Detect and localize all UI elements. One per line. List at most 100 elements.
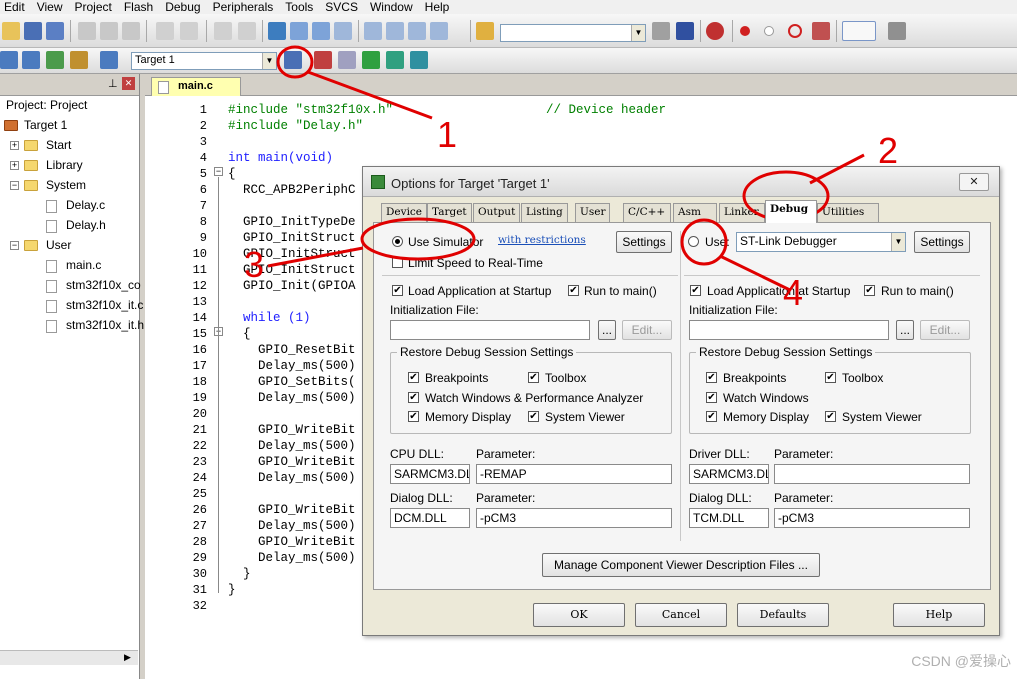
find-in-files-icon[interactable] <box>476 22 494 40</box>
load-app-checkbox[interactable]: ✔ <box>392 285 403 296</box>
init-file-input-right[interactable] <box>689 320 889 340</box>
menu-window[interactable]: Window <box>366 0 421 14</box>
chevron-down-icon[interactable]: ▼ <box>262 53 276 69</box>
limit-speed-checkbox[interactable] <box>392 257 403 268</box>
use-simulator-radio[interactable] <box>392 236 403 247</box>
rebuild-icon[interactable] <box>46 51 64 69</box>
project-root[interactable]: Project: Project <box>6 98 87 112</box>
tree-file-delay-h[interactable]: Delay.h <box>66 218 106 232</box>
search-combo[interactable]: ▼ <box>500 24 646 42</box>
indent-icon[interactable] <box>364 22 382 40</box>
tree-file-conf[interactable]: stm32f10x_co <box>66 278 141 292</box>
edit-button[interactable]: Edit... <box>622 320 672 340</box>
dialog-dll-input[interactable]: DCM.DLL <box>390 508 470 528</box>
build-icon[interactable] <box>22 51 40 69</box>
configure-icon[interactable] <box>888 22 906 40</box>
tab-device[interactable]: Device <box>381 203 428 222</box>
browse-button-right[interactable]: ... <box>896 320 914 340</box>
pin-icon[interactable]: ⊥ <box>108 77 118 90</box>
tree-group-start[interactable]: Start <box>46 138 71 152</box>
run-to-main-checkbox[interactable]: ✔ <box>568 285 579 296</box>
run-to-main-checkbox-right[interactable]: ✔ <box>864 285 875 296</box>
sysviewer-checkbox[interactable]: ✔ <box>528 411 539 422</box>
select-packs-icon[interactable] <box>338 51 356 69</box>
tab-asm[interactable]: Asm <box>673 203 717 222</box>
incremental-find-icon[interactable] <box>676 22 694 40</box>
download-icon[interactable] <box>100 51 118 69</box>
load-app-checkbox-right[interactable]: ✔ <box>690 285 701 296</box>
use-debugger-radio[interactable] <box>688 236 699 247</box>
comment-icon[interactable] <box>408 22 426 40</box>
watch-checkbox[interactable]: ✔ <box>408 392 419 403</box>
memory-checkbox-right[interactable]: ✔ <box>706 411 717 422</box>
cpu-dll-input[interactable]: SARMCM3.DLL <box>390 464 470 484</box>
toolbox-checkbox[interactable]: ✔ <box>528 372 539 383</box>
breakpoint-icon[interactable] <box>740 26 750 36</box>
menu-project[interactable]: Project <box>70 0 119 14</box>
tab-user[interactable]: User <box>575 203 611 222</box>
dialog-param-input[interactable]: -pCM3 <box>476 508 672 528</box>
memory-checkbox[interactable]: ✔ <box>408 411 419 422</box>
nav-forward-icon[interactable] <box>238 22 256 40</box>
restrictions-link[interactable]: with restrictions <box>498 234 586 246</box>
disable-breakpoint-icon[interactable] <box>764 26 774 36</box>
sysviewer-checkbox-right[interactable]: ✔ <box>825 411 836 422</box>
bookmark-icon[interactable] <box>268 22 286 40</box>
breakpoints-checkbox-right[interactable]: ✔ <box>706 372 717 383</box>
expand-icon[interactable]: + <box>10 161 19 170</box>
tab-debug[interactable]: Debug <box>765 200 817 223</box>
options-for-target-icon[interactable] <box>284 51 302 69</box>
tree-group-library[interactable]: Library <box>46 158 83 172</box>
tab-target[interactable]: Target <box>427 203 472 222</box>
clear-bookmarks-icon[interactable] <box>334 22 352 40</box>
init-file-input[interactable] <box>390 320 590 340</box>
tab-listing[interactable]: Listing <box>521 203 568 222</box>
dialog-param-input-right[interactable]: -pCM3 <box>774 508 970 528</box>
tree-group-user[interactable]: User <box>46 238 71 252</box>
save-all-icon[interactable] <box>46 22 64 40</box>
kill-breakpoints-icon[interactable] <box>812 22 830 40</box>
pack-installer-icon[interactable] <box>386 51 404 69</box>
menu-svcs[interactable]: SVCS <box>321 0 366 14</box>
nav-back-icon[interactable] <box>214 22 232 40</box>
batch-build-icon[interactable] <box>70 51 88 69</box>
menu-tools[interactable]: Tools <box>281 0 321 14</box>
browse-button[interactable]: ... <box>598 320 616 340</box>
manage-project-items-icon[interactable] <box>314 51 332 69</box>
target-select[interactable]: Target 1 ▼ <box>131 52 277 70</box>
redo-icon[interactable] <box>180 22 198 40</box>
tree-file-it-h[interactable]: stm32f10x_it.h <box>66 318 144 332</box>
watch-checkbox-right[interactable]: ✔ <box>706 392 717 403</box>
toolbox-checkbox-right[interactable]: ✔ <box>825 372 836 383</box>
event-recorder-icon[interactable] <box>410 51 428 69</box>
uncomment-icon[interactable] <box>430 22 448 40</box>
start-debug-icon[interactable] <box>706 22 724 40</box>
prev-bookmark-icon[interactable] <box>290 22 308 40</box>
copy-icon[interactable] <box>100 22 118 40</box>
defaults-button[interactable]: Defaults <box>737 603 829 627</box>
scroll-right-icon[interactable]: ▶ <box>124 652 131 663</box>
chevron-down-icon[interactable]: ▼ <box>891 233 905 251</box>
undo-icon[interactable] <box>156 22 174 40</box>
debugger-select[interactable]: ST-Link Debugger ▼ <box>736 232 906 252</box>
tab-cpp[interactable]: C/C++ <box>623 203 671 222</box>
menu-peripherals[interactable]: Peripherals <box>209 0 282 14</box>
tab-linker[interactable]: Linker <box>719 203 765 222</box>
next-bookmark-icon[interactable] <box>312 22 330 40</box>
tab-utilities[interactable]: Utilities <box>817 203 879 222</box>
debugger-settings-button[interactable]: Settings <box>914 231 970 253</box>
simulator-settings-button[interactable]: Settings <box>616 231 672 253</box>
collapse-icon[interactable]: − <box>10 241 19 250</box>
dialog-dll-input-right[interactable]: TCM.DLL <box>689 508 769 528</box>
help-button[interactable]: Help <box>893 603 985 627</box>
unindent-icon[interactable] <box>386 22 404 40</box>
horizontal-scrollbar[interactable]: ▶ <box>0 650 138 665</box>
disable-all-breakpoints-icon[interactable] <box>788 24 802 38</box>
tree-file-delay-c[interactable]: Delay.c <box>66 198 105 212</box>
cut-icon[interactable] <box>78 22 96 40</box>
tab-output[interactable]: Output <box>473 203 521 222</box>
collapse-icon[interactable]: − <box>10 181 19 190</box>
tree-file-it-c[interactable]: stm32f10x_it.c <box>66 298 143 312</box>
breakpoints-checkbox[interactable]: ✔ <box>408 372 419 383</box>
find-icon[interactable] <box>652 22 670 40</box>
